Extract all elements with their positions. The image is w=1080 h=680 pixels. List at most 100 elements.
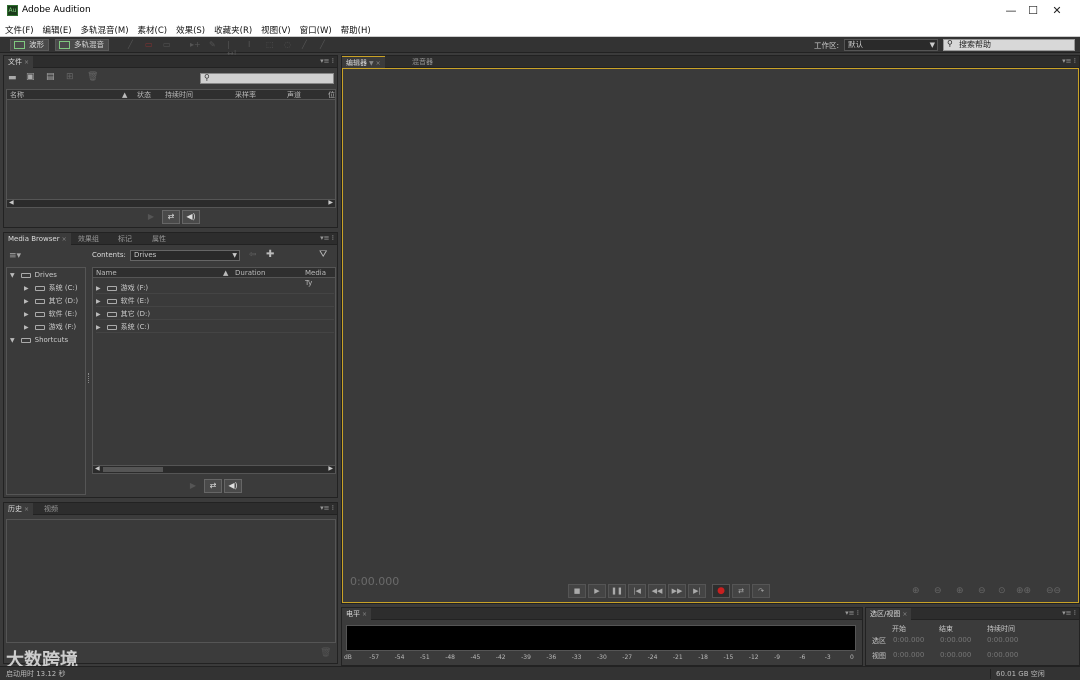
panel-menu-icon[interactable]: ▾≡ ⁞ bbox=[1062, 57, 1076, 65]
menu-help[interactable]: 帮助(H) bbox=[336, 21, 375, 36]
scroll-left-icon[interactable]: ◀ bbox=[9, 199, 14, 206]
close-button[interactable]: ✕ bbox=[1034, 0, 1080, 21]
play-icon[interactable]: ▶ bbox=[142, 211, 160, 225]
healing-icon[interactable]: ╱ bbox=[320, 40, 332, 50]
col-channels[interactable]: 声道 bbox=[287, 90, 301, 100]
zoom-out-all-icon[interactable]: ⊖⊖ bbox=[1046, 586, 1061, 596]
new-file-icon[interactable]: ▣ bbox=[26, 72, 35, 82]
horizontal-scrollbar[interactable]: ◀ ▶ bbox=[7, 199, 335, 207]
list-item[interactable]: ▶ 其它 (D:) bbox=[96, 308, 334, 320]
tree-drive-c[interactable]: ▶ 系统 (C:) bbox=[24, 282, 78, 294]
back-arrow-icon[interactable]: ⇦ bbox=[249, 250, 257, 260]
tree-drive-e[interactable]: ▶ 软件 (E:) bbox=[24, 308, 77, 320]
menu-effects[interactable]: 效果(S) bbox=[171, 21, 209, 36]
menu-clip[interactable]: 素材(C) bbox=[133, 21, 172, 36]
move-tool-icon[interactable]: ▸+ bbox=[190, 40, 202, 50]
waveform-button[interactable]: 波形 bbox=[10, 39, 49, 51]
zoom-out-time-icon[interactable]: ⊖ bbox=[978, 586, 986, 596]
menu-favorites[interactable]: 收藏夹(R) bbox=[209, 21, 256, 36]
tab-editor[interactable]: 编辑器 ▼ × bbox=[342, 56, 385, 68]
tab-mixer[interactable]: 混音器 bbox=[408, 56, 437, 68]
rewind-icon[interactable]: ◀◀ bbox=[648, 584, 666, 598]
brush-icon[interactable]: ╱ bbox=[302, 40, 314, 50]
panel-menu-icon[interactable]: ▾≡ ⁞ bbox=[320, 504, 334, 512]
col-name[interactable]: 名称 bbox=[10, 90, 24, 100]
loop-playback-icon[interactable]: ⇄ bbox=[732, 584, 750, 598]
menu-window[interactable]: 窗口(W) bbox=[295, 21, 336, 36]
selection-start[interactable]: 0:00.000 bbox=[893, 636, 924, 644]
view-start[interactable]: 0:00.000 bbox=[893, 651, 924, 659]
trash-icon[interactable]: 🗑︎ bbox=[87, 72, 98, 82]
splitter-handle[interactable] bbox=[88, 373, 91, 383]
insert-icon[interactable]: ▤ bbox=[46, 72, 55, 82]
zoom-in-amplitude-icon[interactable]: ⊕ bbox=[912, 586, 920, 596]
pause-icon[interactable]: ❚❚ bbox=[608, 584, 626, 598]
play-icon[interactable]: ▶ bbox=[588, 584, 606, 598]
files-search-input[interactable]: ⚲ bbox=[200, 73, 334, 84]
open-folder-icon[interactable]: ▬ bbox=[8, 73, 17, 83]
workspace-select[interactable]: 默认 ▼ bbox=[844, 39, 938, 51]
col-duration[interactable]: 持续时间 bbox=[165, 90, 193, 100]
filter-icon[interactable]: ⛛ bbox=[319, 249, 327, 260]
close-icon[interactable]: × bbox=[376, 60, 381, 67]
col-media-name[interactable]: Name bbox=[96, 268, 117, 278]
chevron-down-icon[interactable]: ▼ bbox=[369, 60, 374, 67]
menu-edit[interactable]: 编辑(E) bbox=[38, 21, 76, 36]
frequency-display-icon[interactable]: ▭ bbox=[145, 40, 157, 50]
tab-markers[interactable]: 标记 bbox=[114, 233, 136, 245]
loop-icon[interactable]: ⇄ bbox=[162, 210, 180, 224]
tab-effects-rack[interactable]: 效果组 bbox=[74, 233, 103, 245]
play-icon[interactable]: ▶ bbox=[184, 480, 202, 494]
selection-end[interactable]: 0:00.000 bbox=[940, 636, 971, 644]
fast-forward-icon[interactable]: ▶▶ bbox=[668, 584, 686, 598]
col-bit[interactable]: 位 bbox=[328, 90, 335, 100]
tab-files[interactable]: 文件 × bbox=[4, 56, 34, 68]
tab-selection-view[interactable]: 选区/视图 × bbox=[866, 608, 912, 620]
menu-file[interactable]: 文件(F) bbox=[0, 21, 38, 36]
list-item[interactable]: ▶ 软件 (E:) bbox=[96, 295, 334, 307]
lasso-icon[interactable]: ◌ bbox=[284, 40, 296, 50]
tab-video[interactable]: 视频 bbox=[40, 503, 62, 515]
help-search-input[interactable]: ⚲ 搜索帮助 bbox=[943, 39, 1075, 51]
go-to-end-icon[interactable]: ▶| bbox=[688, 584, 706, 598]
scroll-right-icon[interactable]: ▶ bbox=[328, 465, 333, 472]
tree-shortcuts[interactable]: ▼ Shortcuts bbox=[10, 334, 68, 346]
tab-history[interactable]: 历史 × bbox=[4, 503, 34, 515]
add-shortcut-icon[interactable]: ✚ bbox=[266, 249, 274, 260]
panel-menu-icon[interactable]: ▾≡ ⁞ bbox=[1062, 609, 1076, 617]
import-icon[interactable]: ⊞ bbox=[66, 72, 74, 82]
time-selection-icon[interactable]: I bbox=[248, 40, 260, 50]
scroll-left-icon[interactable]: ◀ bbox=[95, 465, 100, 472]
marquee-icon[interactable]: ⬚ bbox=[266, 40, 278, 50]
close-icon[interactable]: × bbox=[24, 59, 29, 66]
list-item[interactable]: ▶ 游戏 (F:) bbox=[96, 282, 334, 294]
close-icon[interactable]: × bbox=[902, 611, 907, 618]
tab-media-browser[interactable]: Media Browser × bbox=[4, 233, 71, 245]
scroll-right-icon[interactable]: ▶ bbox=[328, 199, 333, 206]
trash-icon[interactable]: 🗑︎ bbox=[320, 648, 331, 658]
menu-multitrack[interactable]: 多轨混音(M) bbox=[76, 21, 133, 36]
multitrack-button[interactable]: 多轨混音 bbox=[55, 39, 109, 51]
zoom-out-amplitude-icon[interactable]: ⊖ bbox=[934, 586, 942, 596]
panel-menu-icon[interactable]: ▾≡ ⁞ bbox=[320, 57, 334, 65]
volume-icon[interactable]: ◀) bbox=[182, 210, 200, 224]
tree-drive-d[interactable]: ▶ 其它 (D:) bbox=[24, 295, 78, 307]
slip-tool-icon[interactable]: |↔| bbox=[227, 40, 239, 58]
view-duration[interactable]: 0:00.000 bbox=[987, 651, 1018, 659]
tree-drives[interactable]: ▼ Drives bbox=[10, 269, 57, 281]
list-item[interactable]: ▶ 系统 (C:) bbox=[96, 321, 334, 333]
spectral-icon[interactable]: ╱ bbox=[128, 40, 140, 50]
record-button[interactable]: ● bbox=[712, 584, 730, 598]
horizontal-scrollbar[interactable]: ◀ ▶ bbox=[93, 465, 335, 473]
stop-icon[interactable]: ■ bbox=[568, 584, 586, 598]
col-status[interactable]: 状态 bbox=[137, 90, 151, 100]
skip-icon[interactable]: ↷ bbox=[752, 584, 770, 598]
col-media-duration[interactable]: Duration bbox=[235, 268, 265, 278]
panel-menu-icon[interactable]: ▾≡ ⁞ bbox=[320, 234, 334, 242]
col-samplerate[interactable]: 采样率 bbox=[235, 90, 256, 100]
selection-duration[interactable]: 0:00.000 bbox=[987, 636, 1018, 644]
menu-view[interactable]: 视图(V) bbox=[256, 21, 294, 36]
pitch-display-icon[interactable]: ▭ bbox=[163, 40, 175, 50]
tab-properties[interactable]: 属性 bbox=[148, 233, 170, 245]
zoom-full-icon[interactable]: ⊙ bbox=[998, 586, 1006, 596]
